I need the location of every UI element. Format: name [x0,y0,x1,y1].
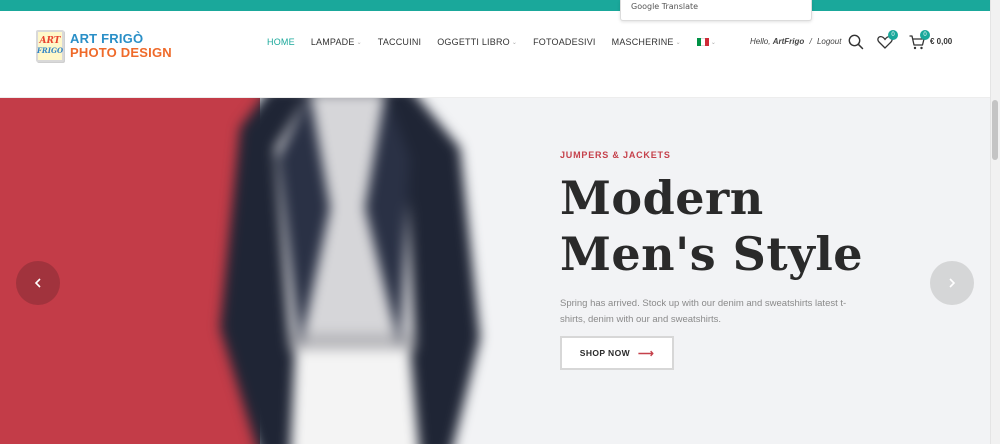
logo-text: ART FRIGÒ PHOTO DESIGN [70,32,172,60]
shop-now-button[interactable]: SHOP NOW ⟶ [560,336,674,370]
nav-item-label: OGGETTI LIBRO [437,37,510,47]
hero-title-line1: Modern [560,171,764,225]
hero-title-line2: Men's Style [560,227,864,281]
cart-count-badge: 0 [920,30,930,40]
nav-item-label: MASCHERINE [611,37,674,47]
nav-item-label: HOME [267,37,295,47]
account-separator: / [809,37,812,46]
nav-item-lampade[interactable]: LAMPADE ⌄ [311,37,362,47]
hero-content: JUMPERS & JACKETS Modern Men's Style Spr… [560,150,900,370]
italy-flag-icon [696,38,709,46]
site-header: ART FRIGO ART FRIGÒ PHOTO DESIGN HOME LA… [0,11,990,98]
top-accent-bar [0,0,1000,11]
logo-badge-icon: ART FRIGO [36,30,64,62]
account-greeting: Hello, [750,37,771,46]
chevron-down-icon: ⌄ [675,39,681,46]
chevron-down-icon: ⌄ [511,39,518,46]
cart-button[interactable]: 0 [908,30,930,51]
nav-item-home[interactable]: HOME [267,37,295,47]
chevron-down-icon: ⌄ [710,39,717,46]
main-nav: HOME LAMPADE ⌄ TACCUINI OGGETTI LIBRO ⌄ … [267,36,732,48]
search-icon [848,34,864,50]
cart-total[interactable]: € 0,00 [930,37,952,46]
account-username[interactable]: ArtFrigo [773,37,805,46]
site-logo[interactable]: ART FRIGO ART FRIGÒ PHOTO DESIGN [36,23,176,69]
nav-item-fotoadesivi[interactable]: FOTOADESIVI [533,37,596,47]
search-button[interactable] [847,33,865,51]
nav-item-label: FOTOADESIVI [533,37,596,47]
account-links: Hello, ArtFrigo / Logout [750,37,841,46]
shop-now-label: SHOP NOW [579,348,631,358]
logo-line2: PHOTO DESIGN [70,45,172,60]
nav-item-taccuini[interactable]: TACCUINI [378,37,421,47]
hero-kicker: JUMPERS & JACKETS [560,150,671,160]
google-translate-popup[interactable]: Google Translate [620,0,812,21]
logout-link[interactable]: Logout [817,37,841,46]
logo-badge-top: ART [39,36,61,46]
nav-item-label: TACCUINI [377,37,422,47]
wishlist-count-badge: 0 [888,30,898,40]
chevron-right-icon [949,278,956,288]
hero-description: Spring has arrived. Stock up with our de… [560,298,847,325]
logo-badge-bottom: FRIGO [36,46,64,55]
scrollbar-thumb[interactable] [992,100,998,160]
chevron-down-icon: ⌄ [356,39,362,46]
google-translate-label: Google Translate [631,2,699,11]
wishlist-button[interactable]: 0 [876,30,898,51]
hero-title: Modern Men's Style [560,170,900,282]
hero-model-image [220,98,480,444]
nav-item-mascherine[interactable]: MASCHERINE ⌄ [612,37,681,47]
arrow-right-icon: ⟶ [638,347,655,360]
nav-item-label: LAMPADE [310,37,355,47]
language-selector[interactable]: ⌄ [696,38,717,46]
page-scrollbar[interactable] [990,0,1000,444]
hero-slider: JUMPERS & JACKETS Modern Men's Style Spr… [0,98,990,444]
nav-item-oggetti-libro[interactable]: OGGETTI LIBRO ⌄ [437,37,517,47]
chevron-left-icon [34,278,41,288]
slider-next-button[interactable] [930,261,974,305]
logo-line1: ART FRIGÒ [70,31,144,46]
slider-prev-button[interactable] [16,261,60,305]
